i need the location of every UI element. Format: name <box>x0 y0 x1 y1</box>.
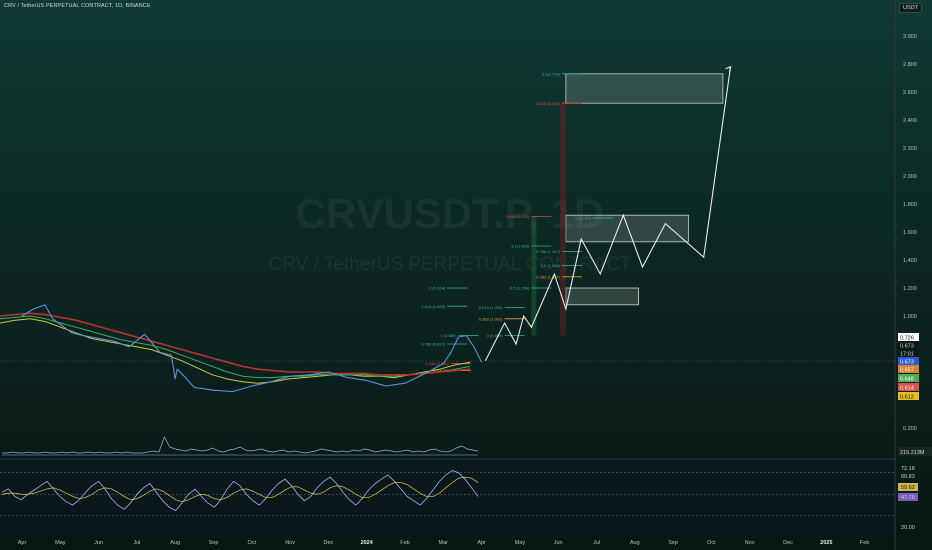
fib-level-label: 0.786 (0.822) <box>421 342 445 347</box>
time-tick-label: Feb <box>400 540 409 546</box>
price-badges: 0.726 0.673 17:01 0.673 0.657 0.648 0.614 0.612 <box>898 333 919 400</box>
fib-level-label: 3.1(1.503) <box>511 244 530 249</box>
price-tick-label: 2.000 <box>903 174 917 180</box>
price-badge-label: 0.648 <box>900 376 914 382</box>
time-tick-label: 2024 <box>361 540 374 546</box>
price-badge-label: 17:01 <box>900 351 914 357</box>
rsi-tick-label: 60.83 <box>901 474 915 480</box>
fib-level-label: 2 (1.204) <box>429 286 446 291</box>
symbol-title: CRV / TetherUS PERPETUAL CONTRACT, 1D, B… <box>4 3 151 9</box>
target-box <box>565 73 724 104</box>
fib-level-label: 0.786 (1.45?) <box>536 249 560 254</box>
fib-level-label: 2.618 (2.520) <box>536 101 560 106</box>
fib-level-label: 0.382 (1.397) <box>536 274 560 279</box>
rsi-tick-label: 72.18 <box>901 466 915 472</box>
time-tick-label: Oct <box>707 540 716 546</box>
time-tick-label: Nov <box>285 540 295 546</box>
time-tick-label: Oct <box>248 540 257 546</box>
price-line <box>21 304 483 393</box>
price-badge-label: 0.657 <box>900 367 914 373</box>
time-tick-label: 2025 <box>820 540 832 546</box>
ema-lines <box>0 312 471 384</box>
time-tick-label: Feb <box>860 540 869 546</box>
fib-level-label: 0 (0.859) <box>487 333 504 338</box>
rsi-pane-bg <box>0 458 895 536</box>
fib-level-label: 1.618 (1.063) <box>421 304 445 309</box>
price-tick-label: 1.200 <box>903 286 917 292</box>
rsi-tick-label: 47.76 <box>901 495 915 501</box>
price-tick-label: 1.000 <box>903 314 917 320</box>
time-tick-label: Jun <box>554 540 563 546</box>
fib-level-label: 0.618 (1.025) <box>479 305 503 310</box>
target-box <box>565 287 640 306</box>
fib-level-label: 0.236 (0.645) <box>425 361 449 366</box>
price-tick-label: 1.800 <box>903 202 917 208</box>
ema-green-line <box>0 315 471 379</box>
rsi-tick-label: 20.00 <box>901 525 915 531</box>
price-tick-label: 2.200 <box>903 146 917 152</box>
fib-level-label: 3.1(1.6?) <box>575 216 592 221</box>
time-tick-label: May <box>55 540 66 546</box>
time-tick-label: Jul <box>133 540 140 546</box>
time-tick-label: Dec <box>783 540 793 546</box>
volume-badge-label: 215.213M <box>900 450 925 456</box>
ema-red-line <box>0 312 471 376</box>
price-badge-label: 0.612 <box>900 394 914 400</box>
time-axis[interactable]: Apr May Jun Jul Aug Sep Oct Nov Dec 2024 Feb Mar Apr… <box>18 540 870 546</box>
time-tick-label: Aug <box>630 540 640 546</box>
time-tick-label: Jul <box>593 540 600 546</box>
price-tick-label: 3.000 <box>903 34 917 40</box>
fib-level-label: 1 (0.860) <box>441 333 458 338</box>
price-tick-label: 1.400 <box>903 258 917 264</box>
fib-level-label: 3.1(2.726) <box>542 71 561 76</box>
fib-level-label: 0.5 (1.204) <box>510 286 530 291</box>
price-badge-label: 0.673 <box>900 359 914 365</box>
fib-level-label: 3.618 (1.711) <box>506 214 530 219</box>
price-tick-label: 2.800 <box>903 62 917 68</box>
ema-yellow-line <box>0 318 471 384</box>
fib-level-label: 0.382 (1.003) <box>479 316 503 321</box>
time-tick-label: May <box>515 540 526 546</box>
fib-level-label: 0.5 (1.363) <box>541 263 561 268</box>
projection-arrowhead <box>725 65 732 72</box>
chart-window: CRVUSDT.P, 1D CRV / TetherUS PERPETUAL C… <box>0 0 932 550</box>
time-tick-label: Nov <box>745 540 755 546</box>
price-series <box>21 304 483 393</box>
rsi-tick-label: 59.62 <box>901 485 915 491</box>
grid-lines <box>0 0 896 550</box>
price-tick-label: 0.200 <box>903 426 917 432</box>
price-tick-label: 1.600 <box>903 230 917 236</box>
time-tick-label: Apr <box>477 540 486 546</box>
time-tick-label: Sep <box>209 540 219 546</box>
time-tick-label: Sep <box>668 540 678 546</box>
time-tick-label: Jun <box>94 540 103 546</box>
time-tick-label: Aug <box>170 540 180 546</box>
price-tick-label: 2.600 <box>903 90 917 96</box>
time-tick-label: Apr <box>18 540 27 546</box>
price-badge-label: 0.614 <box>900 385 914 391</box>
price-tick-label: 2.400 <box>903 118 917 124</box>
price-badge-label: 0.726 <box>900 335 914 341</box>
target-boxes <box>531 73 724 336</box>
time-tick-label: Dec <box>324 540 334 546</box>
currency-badge[interactable]: USDT <box>899 3 922 13</box>
volume-pane <box>2 436 479 456</box>
price-badge-label: 0.673 <box>900 343 914 349</box>
time-tick-label: Mar <box>439 540 449 546</box>
watermark-ticker: CRVUSDT.P, 1D <box>296 190 605 237</box>
volume-line <box>2 436 479 454</box>
chart-canvas[interactable]: CRVUSDT.P, 1D CRV / TetherUS PERPETUAL C… <box>0 0 932 550</box>
